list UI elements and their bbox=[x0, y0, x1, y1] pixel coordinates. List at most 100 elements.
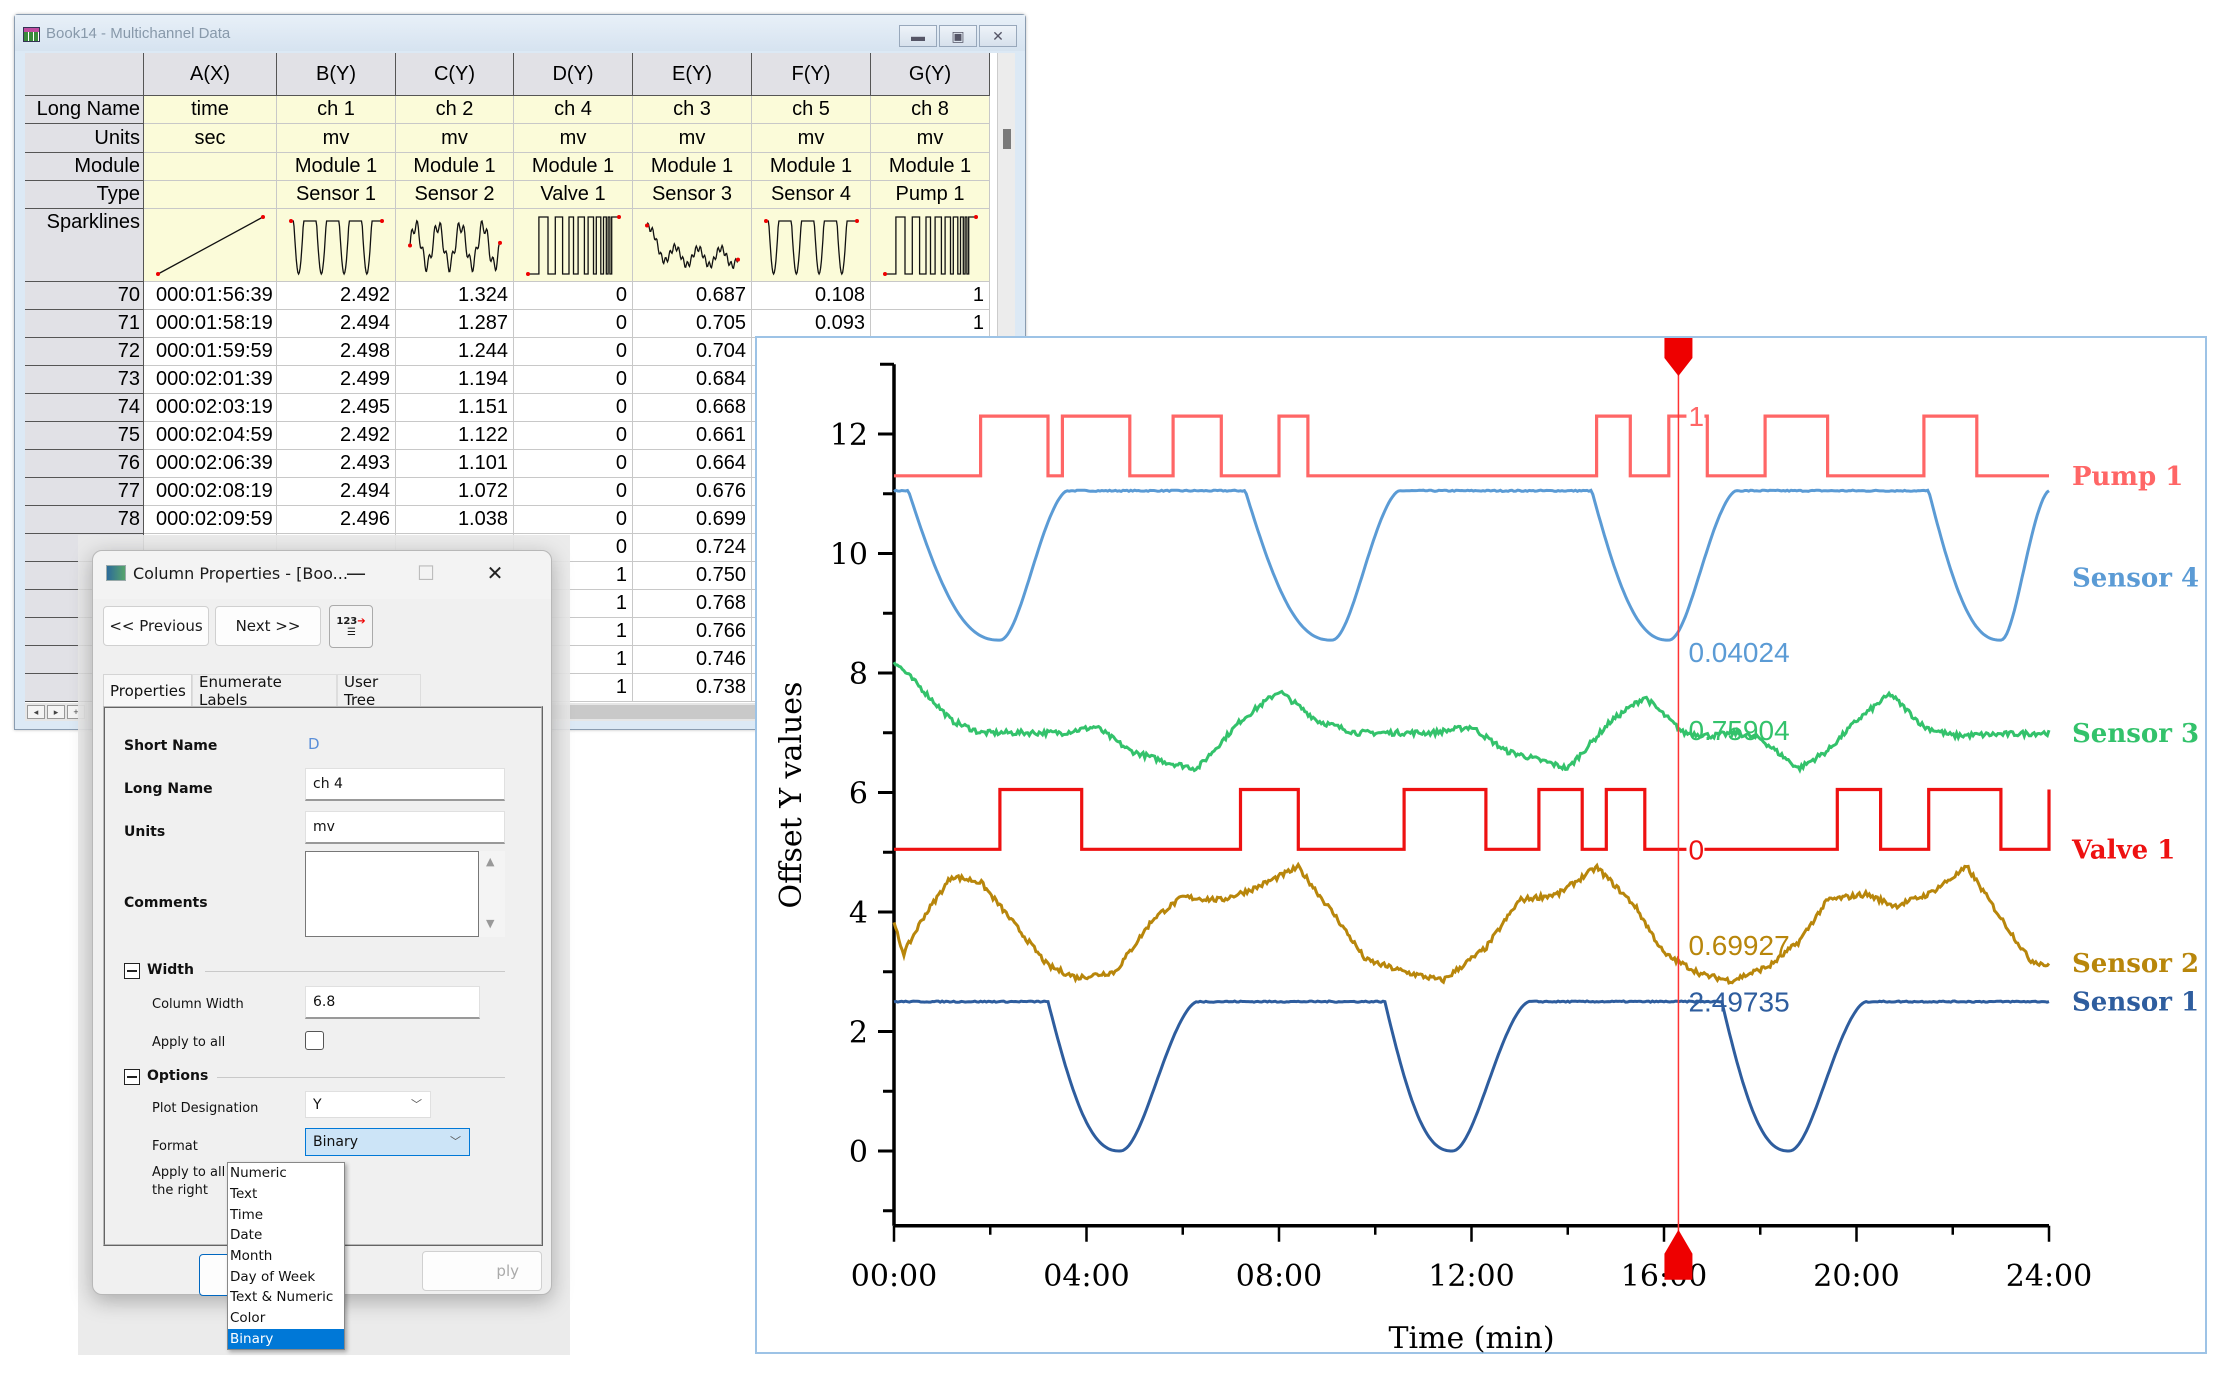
data-cell[interactable]: 1.194 bbox=[396, 366, 514, 394]
label-cell[interactable]: mv bbox=[514, 124, 633, 153]
data-cell[interactable]: 0.668 bbox=[633, 394, 752, 422]
row-number[interactable]: 76 bbox=[25, 450, 144, 478]
row-number[interactable]: 78 bbox=[25, 506, 144, 534]
data-cell[interactable]: 000:02:04:59 bbox=[144, 422, 277, 450]
data-cell[interactable]: 0.661 bbox=[633, 422, 752, 450]
label-cell[interactable]: Pump 1 bbox=[871, 181, 990, 209]
label-cell[interactable]: mv bbox=[633, 124, 752, 153]
data-cell[interactable]: 0 bbox=[514, 338, 633, 366]
data-cell[interactable]: 0 bbox=[514, 366, 633, 394]
data-cell[interactable]: 2.498 bbox=[277, 338, 396, 366]
label-cell[interactable]: ch 4 bbox=[514, 96, 633, 124]
sparkline-cell[interactable] bbox=[277, 209, 396, 282]
data-cell[interactable]: 0.687 bbox=[633, 282, 752, 310]
data-cell[interactable]: 2.494 bbox=[277, 478, 396, 506]
format-option[interactable]: Text bbox=[228, 1184, 344, 1205]
column-width-input[interactable]: 6.8 bbox=[305, 986, 480, 1019]
graph-window[interactable]: 0 2 4 6 8 10 12 00:00 04:00 08:00 12:00 16:00 20:00 2… bbox=[755, 336, 2207, 1356]
data-cell[interactable]: 0.750 bbox=[633, 562, 752, 590]
column-header[interactable]: G(Y) bbox=[871, 53, 990, 96]
format-option[interactable]: Day of Week bbox=[228, 1266, 344, 1287]
data-cell[interactable]: 0.704 bbox=[633, 338, 752, 366]
label-cell[interactable]: Module 1 bbox=[396, 153, 514, 181]
tab-enumerate-labels[interactable]: Enumerate Labels bbox=[192, 673, 337, 709]
label-row-header[interactable]: Type bbox=[25, 181, 144, 209]
column-header[interactable]: C(Y) bbox=[396, 53, 514, 96]
data-cell[interactable]: 2.495 bbox=[277, 394, 396, 422]
data-cell[interactable]: 1 bbox=[871, 310, 990, 338]
data-cell[interactable]: 0.684 bbox=[633, 366, 752, 394]
options-collapse-icon[interactable] bbox=[124, 1069, 140, 1085]
label-cell[interactable]: mv bbox=[396, 124, 514, 153]
column-header[interactable]: E(Y) bbox=[633, 53, 752, 96]
data-cell[interactable]: 000:02:09:59 bbox=[144, 506, 277, 534]
label-cell[interactable]: mv bbox=[277, 124, 396, 153]
sparkline-cell[interactable] bbox=[871, 209, 990, 282]
format-option[interactable]: Binary bbox=[228, 1328, 344, 1350]
format-option[interactable]: Text & Numeric bbox=[228, 1287, 344, 1308]
data-cell[interactable]: 2.496 bbox=[277, 506, 396, 534]
label-cell[interactable]: Module 1 bbox=[277, 153, 396, 181]
label-cell[interactable] bbox=[144, 181, 277, 209]
column-header[interactable]: A(X) bbox=[144, 53, 277, 96]
row-number[interactable]: 75 bbox=[25, 422, 144, 450]
data-cell[interactable]: 000:02:01:39 bbox=[144, 366, 277, 394]
data-cell[interactable]: 0 bbox=[514, 422, 633, 450]
row-number[interactable]: 77 bbox=[25, 478, 144, 506]
sheet-next-button[interactable]: ▸ bbox=[47, 705, 65, 719]
tab-user-tree[interactable]: User Tree bbox=[337, 673, 421, 709]
data-cell[interactable]: 1.287 bbox=[396, 310, 514, 338]
data-cell[interactable]: 000:02:08:19 bbox=[144, 478, 277, 506]
data-cell[interactable]: 1 bbox=[871, 282, 990, 310]
row-number[interactable]: 74 bbox=[25, 394, 144, 422]
sparkline-cell[interactable] bbox=[144, 209, 277, 282]
label-cell[interactable]: ch 3 bbox=[633, 96, 752, 124]
width-collapse-icon[interactable] bbox=[124, 963, 140, 979]
label-cell[interactable]: Module 1 bbox=[514, 153, 633, 181]
row-number[interactable]: 71 bbox=[25, 310, 144, 338]
data-cell[interactable]: 2.492 bbox=[277, 282, 396, 310]
units-input[interactable]: mv bbox=[305, 811, 505, 844]
data-cell[interactable]: 1.122 bbox=[396, 422, 514, 450]
close-button[interactable]: ✕ bbox=[979, 25, 1017, 47]
vertical-scroll-thumb[interactable] bbox=[1003, 129, 1011, 149]
data-cell[interactable]: 000:02:06:39 bbox=[144, 450, 277, 478]
data-cell[interactable]: 000:02:03:19 bbox=[144, 394, 277, 422]
restore-button[interactable]: ▣ bbox=[939, 25, 977, 47]
label-cell[interactable]: ch 1 bbox=[277, 96, 396, 124]
data-cell[interactable]: 000:01:56:39 bbox=[144, 282, 277, 310]
corner-cell[interactable] bbox=[25, 53, 144, 96]
data-cell[interactable]: 0 bbox=[514, 506, 633, 534]
format-option[interactable]: Time bbox=[228, 1204, 344, 1225]
label-cell[interactable]: ch 2 bbox=[396, 96, 514, 124]
format-option[interactable]: Date bbox=[228, 1225, 344, 1246]
label-cell[interactable]: Valve 1 bbox=[514, 181, 633, 209]
label-row-header[interactable]: Module bbox=[25, 153, 144, 181]
label-row-header[interactable]: Units bbox=[25, 124, 144, 153]
comments-scrollbar[interactable]: ▲ ▼ bbox=[479, 851, 505, 937]
data-cell[interactable]: 0.108 bbox=[752, 282, 871, 310]
data-cell[interactable]: 0.768 bbox=[633, 590, 752, 618]
previous-button[interactable]: << Previous bbox=[103, 606, 209, 646]
label-cell[interactable]: time bbox=[144, 96, 277, 124]
comments-textarea[interactable] bbox=[305, 851, 479, 937]
data-cell[interactable]: 0.705 bbox=[633, 310, 752, 338]
label-cell[interactable]: Module 1 bbox=[752, 153, 871, 181]
label-cell[interactable]: Sensor 4 bbox=[752, 181, 871, 209]
data-cell[interactable]: 0.724 bbox=[633, 534, 752, 562]
data-cell[interactable]: 1.151 bbox=[396, 394, 514, 422]
data-cell[interactable]: 0.664 bbox=[633, 450, 752, 478]
sparkline-cell[interactable] bbox=[514, 209, 633, 282]
data-cell[interactable]: 0.676 bbox=[633, 478, 752, 506]
row-number[interactable]: 70 bbox=[25, 282, 144, 310]
data-cell[interactable]: 0.746 bbox=[633, 646, 752, 674]
format-select[interactable]: Binary ﹀ bbox=[305, 1128, 470, 1156]
data-cell[interactable]: 0.699 bbox=[633, 506, 752, 534]
format-option[interactable]: Color bbox=[228, 1308, 344, 1329]
label-row-header[interactable]: Long Name bbox=[25, 96, 144, 124]
data-cell[interactable]: 0.766 bbox=[633, 618, 752, 646]
data-cell[interactable]: 1.038 bbox=[396, 506, 514, 534]
column-header[interactable]: D(Y) bbox=[514, 53, 633, 96]
label-cell[interactable]: Module 1 bbox=[871, 153, 990, 181]
label-cell[interactable] bbox=[144, 153, 277, 181]
